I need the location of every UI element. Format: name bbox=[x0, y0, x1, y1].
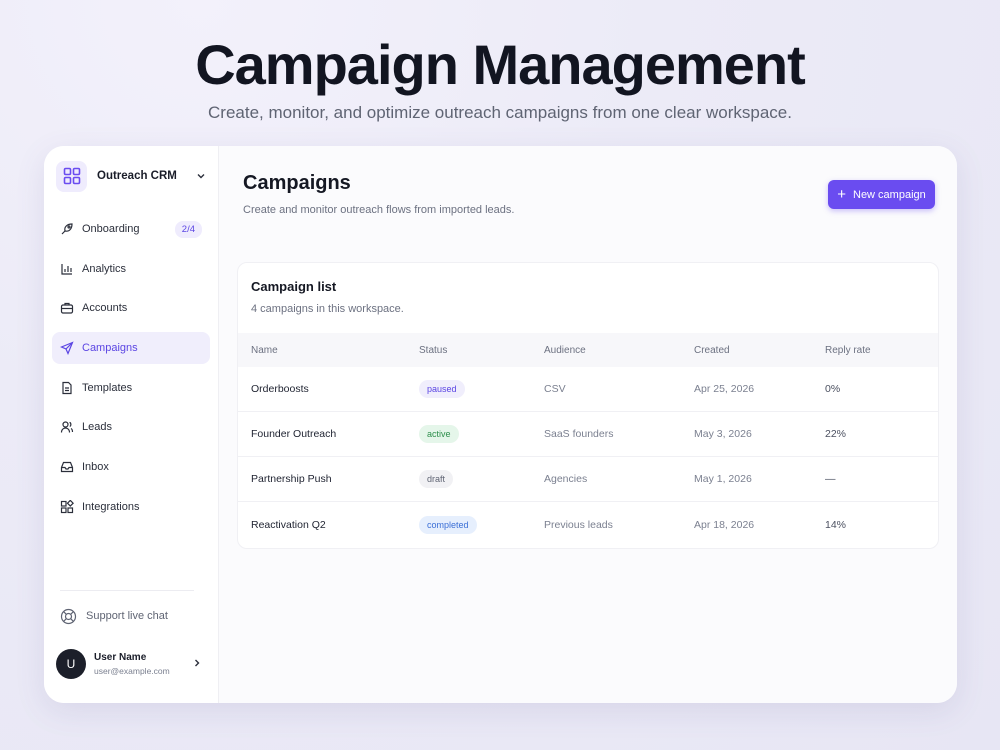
new-campaign-label: New campaign bbox=[853, 188, 926, 201]
sidebar: Outreach CRM Onboarding 2/4 Analytics Ac… bbox=[44, 146, 219, 703]
sidebar-nav: Onboarding 2/4 Analytics Accounts Campai… bbox=[52, 213, 210, 531]
created-cell: Apr 18, 2026 bbox=[694, 518, 755, 531]
table-row[interactable]: Reactivation Q2 completed Previous leads… bbox=[238, 502, 938, 547]
audience-cell: SaaS founders bbox=[544, 428, 614, 440]
campaign-name: Orderboosts bbox=[251, 383, 309, 395]
campaign-name: Founder Outreach bbox=[251, 428, 337, 440]
sidebar-item-label: Analytics bbox=[82, 262, 127, 275]
sidebar-item-analytics[interactable]: Analytics bbox=[52, 253, 210, 285]
reply-rate-cell: 22% bbox=[825, 428, 847, 440]
reply-rate-cell: 14% bbox=[825, 518, 847, 531]
support-live-chat-link[interactable]: Support live chat bbox=[60, 606, 168, 626]
chevron-down-icon bbox=[194, 169, 208, 183]
sidebar-item-templates[interactable]: Templates bbox=[52, 372, 210, 404]
avatar: U bbox=[56, 649, 86, 679]
column-header-status[interactable]: Status bbox=[419, 345, 544, 356]
reply-rate-cell: 0% bbox=[825, 383, 841, 395]
sidebar-item-label: Integrations bbox=[82, 500, 140, 513]
puzzle-icon bbox=[60, 499, 74, 514]
table-row[interactable]: Founder Outreach active SaaS founders Ma… bbox=[238, 412, 938, 457]
briefcase-icon bbox=[60, 301, 74, 315]
campaign-name: Partnership Push bbox=[251, 473, 332, 485]
lifebuoy-icon bbox=[60, 608, 77, 625]
page-title: Campaigns bbox=[243, 172, 351, 194]
chevron-right-icon bbox=[192, 655, 202, 673]
card-subtitle: 4 campaigns in this workspace. bbox=[251, 303, 404, 315]
sidebar-item-label: Templates bbox=[82, 381, 133, 394]
sidebar-item-inbox[interactable]: Inbox bbox=[52, 451, 210, 483]
audience-cell: Agencies bbox=[544, 473, 588, 485]
created-cell: May 3, 2026 bbox=[694, 428, 752, 440]
support-label: Support live chat bbox=[86, 610, 168, 622]
sidebar-item-label: Onboarding bbox=[82, 223, 140, 235]
send-icon bbox=[60, 341, 74, 356]
sidebar-item-accounts[interactable]: Accounts bbox=[52, 292, 210, 324]
column-header-name[interactable]: Name bbox=[238, 345, 419, 356]
user-email: user@example.com bbox=[94, 666, 170, 676]
inbox-icon bbox=[60, 460, 74, 474]
reply-rate-cell: — bbox=[825, 473, 836, 485]
sidebar-item-leads[interactable]: Leads bbox=[52, 411, 210, 443]
campaign-list-card: Campaign list 4 campaigns in this worksp… bbox=[237, 262, 939, 549]
sidebar-item-label: Campaigns bbox=[82, 342, 138, 355]
audience-cell: Previous leads bbox=[544, 518, 613, 531]
status-badge: active bbox=[419, 425, 459, 443]
created-cell: May 1, 2026 bbox=[694, 473, 752, 485]
sidebar-divider bbox=[60, 590, 194, 591]
page-hero-title: Campaign Management bbox=[195, 33, 806, 96]
column-header-reply-rate[interactable]: Reply rate bbox=[825, 345, 938, 356]
users-icon bbox=[60, 420, 74, 434]
status-badge: draft bbox=[419, 470, 454, 488]
plus-icon: + bbox=[837, 186, 846, 203]
audience-cell: CSV bbox=[544, 383, 566, 395]
page-hero-subtitle: Create, monitor, and optimize outreach c… bbox=[208, 103, 792, 122]
column-header-audience[interactable]: Audience bbox=[544, 345, 694, 356]
page-subtitle: Create and monitor outreach flows from i… bbox=[243, 204, 515, 216]
workspace-switcher[interactable]: Outreach CRM bbox=[56, 160, 208, 192]
grid-icon bbox=[56, 160, 87, 192]
app-window: Outreach CRM Onboarding 2/4 Analytics Ac… bbox=[44, 146, 957, 703]
user-info: User Name user@example.com bbox=[94, 652, 192, 676]
onboarding-progress-badge: 2/4 bbox=[174, 220, 202, 238]
status-badge: completed bbox=[419, 515, 477, 534]
new-campaign-button[interactable]: + New campaign bbox=[828, 180, 935, 209]
user-name: User Name bbox=[94, 652, 147, 663]
workspace-name: Outreach CRM bbox=[97, 170, 177, 182]
rocket-icon bbox=[60, 222, 74, 236]
user-profile-menu[interactable]: U User Name user@example.com bbox=[56, 648, 202, 680]
campaign-name: Reactivation Q2 bbox=[251, 518, 326, 531]
table-row[interactable]: Partnership Push draft Agencies May 1, 2… bbox=[238, 457, 938, 502]
sidebar-item-onboarding[interactable]: Onboarding 2/4 bbox=[52, 213, 210, 245]
sidebar-item-campaigns[interactable]: Campaigns bbox=[52, 332, 210, 365]
table-row[interactable]: Orderboosts paused CSV Apr 25, 2026 0% bbox=[238, 367, 938, 412]
status-badge: paused bbox=[419, 380, 465, 398]
sidebar-item-label: Inbox bbox=[82, 461, 109, 474]
sidebar-item-label: Leads bbox=[82, 421, 112, 434]
column-header-created[interactable]: Created bbox=[694, 345, 825, 356]
sidebar-item-integrations[interactable]: Integrations bbox=[52, 491, 210, 523]
document-icon bbox=[60, 381, 74, 395]
created-cell: Apr 25, 2026 bbox=[694, 383, 755, 395]
main-content: Campaigns Create and monitor outreach fl… bbox=[219, 146, 957, 703]
sidebar-item-label: Accounts bbox=[82, 302, 128, 315]
card-title: Campaign list bbox=[251, 279, 337, 294]
bar-chart-icon bbox=[60, 262, 74, 276]
table-header: Name Status Audience Created Reply rate bbox=[238, 333, 938, 367]
